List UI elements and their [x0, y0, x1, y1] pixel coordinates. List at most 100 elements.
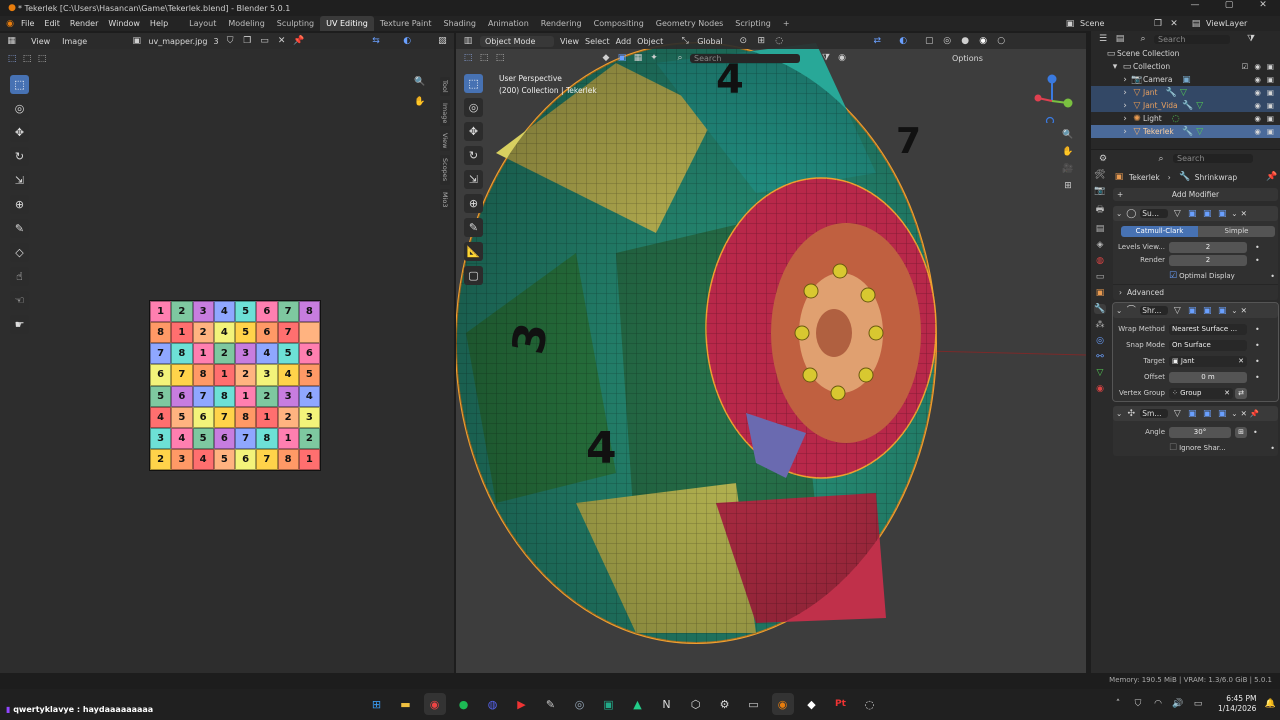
wrap-method-dropdown[interactable]: Nearest Surface ...: [1169, 323, 1247, 335]
output-tab-icon[interactable]: 🖶: [1096, 202, 1105, 218]
solid-shading-icon[interactable]: ●: [959, 35, 971, 47]
object-filter-icon[interactable]: ▣: [616, 52, 628, 64]
orientation-dropdown[interactable]: Global: [697, 37, 731, 46]
filter-icon[interactable]: ⧩: [820, 52, 832, 64]
pin-icon[interactable]: 📌: [1250, 409, 1259, 418]
cursor-tool-icon[interactable]: ◎: [464, 98, 483, 117]
subdivision-modifier-header[interactable]: ⌄ ◯ Su... ▽ ▣ ▣ ▣ ⌄ ✕: [1113, 206, 1278, 221]
minimize-button[interactable]: —: [1178, 0, 1212, 10]
zoom-icon[interactable]: 🔍: [414, 76, 426, 88]
tab-layout[interactable]: Layout: [183, 16, 222, 31]
mesh-filter-icon[interactable]: ▦: [632, 52, 644, 64]
rendered-shading-icon[interactable]: ○: [995, 35, 1007, 47]
eye-icon[interactable]: ◉: [1254, 114, 1261, 123]
gizmo-icon[interactable]: ⇄: [871, 35, 883, 47]
exclude-checkbox[interactable]: ☑: [1242, 62, 1249, 71]
tab-image[interactable]: Image: [440, 99, 450, 126]
eye-icon[interactable]: ◉: [1254, 127, 1261, 136]
eye-icon[interactable]: ◉: [1254, 75, 1261, 84]
fake-user-icon[interactable]: ⛉: [225, 35, 236, 47]
modifier-menu-icon[interactable]: ⌄: [1231, 306, 1237, 315]
uv-menu-view[interactable]: View: [31, 37, 50, 46]
light-filter-icon[interactable]: ✦: [648, 52, 660, 64]
keyframe-dot-icon[interactable]: •: [1270, 272, 1275, 281]
advanced-subpanel[interactable]: › Advanced: [1113, 284, 1278, 300]
snap-icon[interactable]: ⊞: [755, 35, 767, 47]
navigation-gizmo[interactable]: [1028, 73, 1078, 123]
image-name-field[interactable]: uv_mapper.jpg: [148, 37, 207, 46]
scene-collection-row[interactable]: ▭ Scene Collection: [1091, 47, 1280, 60]
keyframe-dot-icon[interactable]: •: [1255, 373, 1260, 382]
edit-mode-toggle-icon[interactable]: ▽: [1171, 208, 1183, 220]
expand-icon[interactable]: ›: [1119, 113, 1131, 125]
camera-render-icon[interactable]: ▣: [1267, 88, 1274, 97]
substance-painter-icon[interactable]: Pt: [830, 693, 852, 715]
xbox-app-icon[interactable]: ▣: [598, 693, 620, 715]
collapse-icon[interactable]: ⌄: [1116, 409, 1122, 418]
collection-row[interactable]: ▾ ▭ Collection ☑ ◉ ▣: [1091, 60, 1280, 73]
editor-type-icon[interactable]: ▦: [6, 35, 17, 47]
eye-icon[interactable]: ◉: [1254, 101, 1261, 110]
zoom-icon[interactable]: 🔍: [1062, 129, 1074, 141]
add-modifier-button[interactable]: + Add Modifier: [1113, 188, 1278, 201]
tab-sculpting[interactable]: Sculpting: [271, 16, 320, 31]
stylus-app-icon[interactable]: ✎: [540, 693, 562, 715]
viewport-menu-object[interactable]: Object: [637, 37, 663, 46]
wireframe-shading-icon[interactable]: ◎: [941, 35, 953, 47]
delete-scene-icon[interactable]: ✕: [1168, 18, 1180, 30]
camera-render-icon[interactable]: ▣: [1267, 127, 1274, 136]
tab-uv-editing[interactable]: UV Editing: [320, 16, 374, 31]
object-tab-icon[interactable]: ▣: [1096, 288, 1105, 298]
cursor-tool-icon[interactable]: ◎: [10, 99, 29, 118]
pivot-icon[interactable]: ⊙: [737, 35, 749, 47]
transform-tool-icon[interactable]: ⊕: [10, 195, 29, 214]
new-image-icon[interactable]: ❐: [242, 35, 253, 47]
optimal-display-checkbox[interactable]: ☑: [1169, 271, 1177, 281]
modifier-menu-icon[interactable]: ⌄: [1231, 209, 1237, 218]
unlink-image-icon[interactable]: ✕: [276, 35, 287, 47]
material-tab-icon[interactable]: ◉: [1096, 384, 1104, 394]
select-box-icon[interactable]: ⬚: [462, 52, 474, 64]
menu-file[interactable]: File: [16, 19, 39, 28]
scene-name[interactable]: Scene: [1080, 19, 1148, 28]
tab-mio3[interactable]: Mio3: [440, 188, 450, 211]
discord-icon[interactable]: ◍: [482, 693, 504, 715]
grab-tool-icon[interactable]: ☝: [10, 267, 29, 286]
viewport-toggle-icon[interactable]: ▣: [1186, 305, 1198, 317]
menu-edit[interactable]: Edit: [39, 19, 65, 28]
remove-modifier-icon[interactable]: ✕: [1241, 209, 1247, 218]
select-tool-icon[interactable]: ⬚: [10, 75, 29, 94]
render-toggle-icon[interactable]: ▣: [1216, 208, 1228, 220]
xray-icon[interactable]: ▢: [923, 35, 935, 47]
editor-type-icon[interactable]: ☰: [1097, 33, 1109, 45]
file-explorer-icon[interactable]: ▬: [395, 693, 417, 715]
annotate-tool-icon[interactable]: ✎: [10, 219, 29, 238]
measure-tool-icon[interactable]: 📐: [464, 242, 483, 261]
physics-tab-icon[interactable]: ◎: [1096, 336, 1104, 346]
select-subtract-icon[interactable]: ⬚: [494, 52, 506, 64]
invert-group-icon[interactable]: ⇄: [1235, 387, 1247, 399]
vertex-group-field[interactable]: ⁘ Group ✕: [1169, 387, 1233, 399]
material-shading-icon[interactable]: ◉: [977, 35, 989, 47]
windows-start-icon[interactable]: ⊞: [366, 693, 388, 715]
shield-icon[interactable]: ⛉: [1132, 698, 1144, 710]
properties-search-input[interactable]: Search: [1173, 154, 1253, 163]
unreal-icon[interactable]: ◆: [801, 693, 823, 715]
outliner-item-light[interactable]: › ✺ Light ◌ ◉ ▣: [1091, 112, 1280, 125]
editmode-cage-icon[interactable]: ▣: [1201, 305, 1213, 317]
data-tab-icon[interactable]: ▽: [1097, 368, 1104, 378]
outliner-item-jant-vida[interactable]: › ▽ Jant_Vida 🔧 ▽ ◉ ▣: [1091, 99, 1280, 112]
display-channels-icon[interactable]: ▧: [437, 35, 448, 47]
camera-render-icon[interactable]: ▣: [1267, 101, 1274, 110]
tab-rendering[interactable]: Rendering: [535, 16, 588, 31]
image-app-icon[interactable]: ▲: [627, 693, 649, 715]
annotate-tool-icon[interactable]: ✎: [464, 218, 483, 237]
edit-mode-toggle-icon[interactable]: ▽: [1171, 305, 1183, 317]
notepad-app-icon[interactable]: N: [656, 693, 678, 715]
editor-type-icon[interactable]: ⚙: [1097, 153, 1109, 165]
clear-group-icon[interactable]: ✕: [1224, 388, 1230, 399]
blender-taskbar-icon[interactable]: ◉: [771, 693, 794, 715]
outliner-item-camera[interactable]: › 📷 Camera ▣ ◉ ▣: [1091, 73, 1280, 86]
tab-texture-paint[interactable]: Texture Paint: [374, 16, 438, 31]
modifier-name-field[interactable]: Shr...: [1140, 306, 1169, 315]
